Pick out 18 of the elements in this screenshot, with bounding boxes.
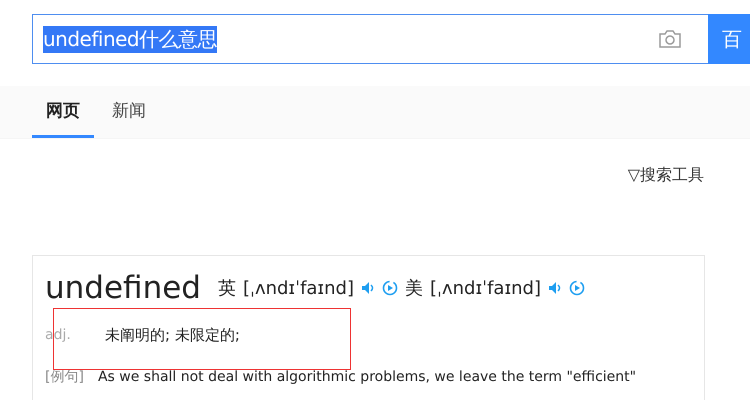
speaker-icon[interactable] [360,281,375,295]
tab[interactable]: 网页 [32,86,94,138]
camera-icon[interactable] [658,29,682,49]
tab[interactable]: 新闻 [98,86,160,138]
search-query: undefined什么意思 [43,26,218,52]
region-label: 英 [218,277,236,300]
phonetic-text: [ˌʌndɪˈfaɪnd] [242,278,354,298]
example-label: [例句] [45,368,84,386]
play-circle-icon[interactable] [382,280,398,296]
play-circle-icon[interactable] [569,280,585,296]
search-field[interactable]: undefined什么意思 [32,14,708,64]
phonetic-text: [ˌʌndɪˈfaɪnd] [430,278,541,298]
definition-text: 未阐明的; 未限定的; [105,326,240,344]
headword: undefined [45,270,201,306]
speaker-icon[interactable] [548,281,562,295]
region-label: 美 [404,277,423,300]
search-tools-button[interactable]: ▽搜索工具 [628,161,704,189]
example-sentence: As we shall not deal with algorithmic problems, we leave the term "efficient" [98,369,636,385]
